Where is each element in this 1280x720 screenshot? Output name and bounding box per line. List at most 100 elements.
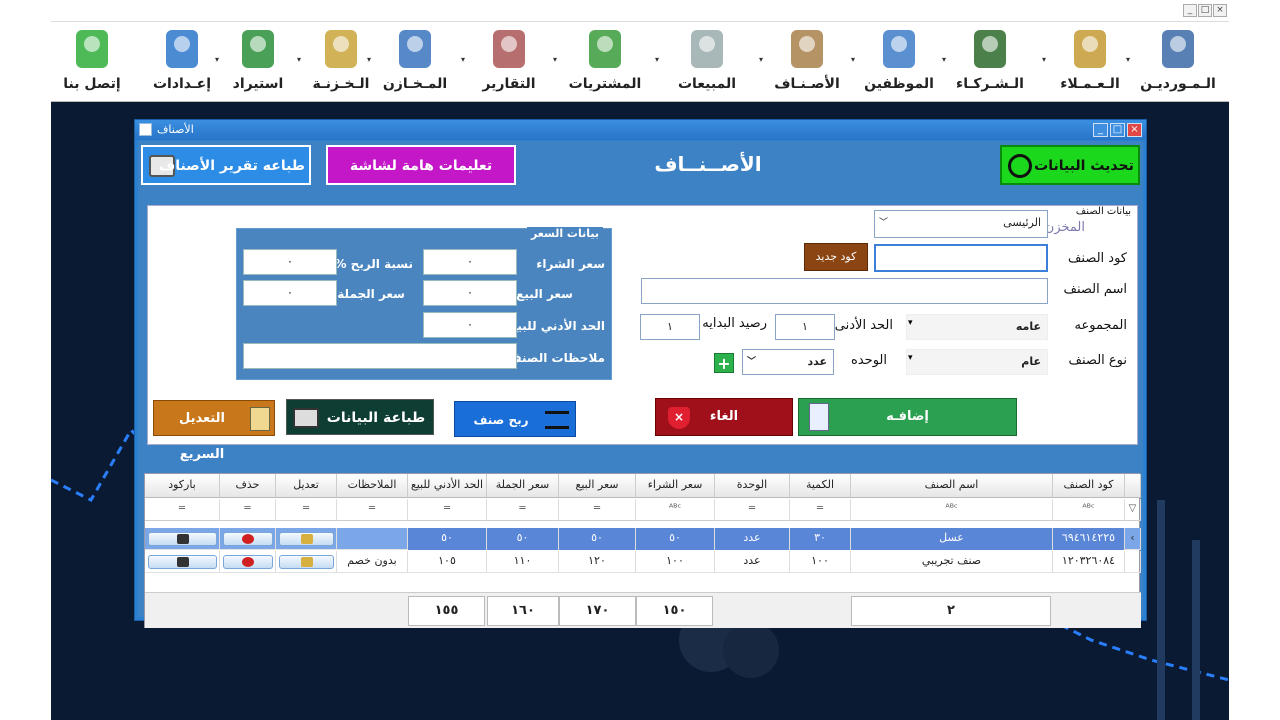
delete-red-x-icon[interactable]	[223, 532, 273, 546]
dropdown-arrow-icon[interactable]: ▾	[553, 55, 557, 64]
filter-equals-icon[interactable]: ═	[715, 499, 790, 521]
print-report-button[interactable]: طباعه تقرير الأصناف	[141, 145, 311, 185]
dropdown-arrow-icon[interactable]: ▾	[297, 55, 301, 64]
type-label: نوع الصنف	[1068, 353, 1127, 368]
toolbar-label: الـمـورديـن	[1140, 76, 1216, 92]
toolbar-button-13[interactable]: إتصل بنا	[57, 22, 127, 100]
column-header[interactable]: اسم الصنف	[851, 474, 1053, 498]
cancel-button[interactable]: × الغاء	[655, 398, 793, 436]
toolbar-button-6[interactable]: المبيعات ▾	[655, 22, 751, 100]
unit-select[interactable]: عدد ﹀	[742, 349, 834, 375]
maximize-icon[interactable]: □	[1198, 4, 1212, 17]
column-header[interactable]: الملاحظات	[337, 474, 408, 498]
toolbar-button-8[interactable]: التقارير ▾	[461, 22, 549, 100]
dropdown-arrow-icon[interactable]: ▾	[759, 55, 763, 64]
filter-equals-icon[interactable]: ═	[487, 499, 559, 521]
toolbar-button-10[interactable]: الـخـزنـة ▾	[297, 22, 377, 100]
type-dropdown-icon[interactable]: ▾	[908, 353, 913, 363]
print-report-label: طباعه تقرير الأصناف	[159, 158, 305, 174]
footer-count: ٢	[851, 596, 1051, 626]
edit-pencil-icon[interactable]	[279, 532, 334, 546]
dropdown-arrow-icon[interactable]: ▾	[851, 55, 855, 64]
sell-price-input[interactable]: ٠	[423, 280, 517, 306]
filter-equals-icon[interactable]: ═	[790, 499, 851, 521]
toolbar-button-4[interactable]: الموظفين ▾	[851, 22, 939, 100]
column-header[interactable]: سعر الجملة	[487, 474, 559, 498]
column-header[interactable]: باركود	[145, 474, 220, 498]
store-select[interactable]: الرئيسى ﹀	[874, 210, 1048, 238]
filter-abc-icon[interactable]: ᴬᴮᶜ	[636, 499, 715, 521]
column-header[interactable]: الكمية	[790, 474, 851, 498]
barcode-icon[interactable]	[148, 532, 217, 546]
add-unit-plus-icon[interactable]: +	[714, 353, 734, 373]
toolbar-button-3[interactable]: الـشـركـاء ▾	[942, 22, 1030, 100]
window-minimize-icon[interactable]: _	[1093, 123, 1108, 137]
column-header[interactable]: الحد الأدني للبيع	[408, 474, 487, 498]
column-header[interactable]: الوحدة	[715, 474, 790, 498]
notes-input[interactable]	[243, 343, 517, 369]
refresh-data-button[interactable]: تحديث البيانات	[1000, 145, 1140, 185]
unit-chevron-icon: ﹀	[747, 357, 757, 367]
dropdown-arrow-icon[interactable]: ▾	[655, 55, 659, 64]
min-sell-input[interactable]: ٠	[423, 312, 517, 338]
instructions-button[interactable]: تعليمات هامة لشاشة	[326, 145, 516, 185]
cancel-label: الغاء	[709, 409, 739, 424]
quick-edit-button[interactable]: التعديل السريع	[153, 400, 275, 462]
barcode-icon[interactable]	[148, 555, 217, 569]
column-header[interactable]: سعر البيع	[559, 474, 636, 498]
name-input[interactable]	[641, 278, 1048, 304]
edit-pencil-icon[interactable]	[279, 555, 334, 569]
filter-abc-icon[interactable]: ᴬᴮᶜ	[1053, 499, 1125, 521]
window-maximize-icon[interactable]: □	[1110, 123, 1125, 137]
toolbar-button-9[interactable]: المـخـازن ▾	[367, 22, 455, 100]
group-select[interactable]: عامه	[906, 314, 1048, 340]
toolbar-button-11[interactable]: استيراد ▾	[215, 22, 293, 100]
window-close-icon[interactable]: ×	[1127, 123, 1142, 137]
code-label: كود الصنف	[1067, 251, 1127, 266]
barcode-icon-glyph	[176, 534, 189, 544]
warehouse-house-icon	[393, 26, 437, 72]
code-input[interactable]	[874, 244, 1048, 272]
toolbar-button-2[interactable]: الـعـمـلاء ▾	[1042, 22, 1130, 100]
buy-price-input[interactable]: ٠	[423, 249, 517, 275]
toolbar-button-7[interactable]: المشتريات ▾	[553, 22, 649, 100]
toolbar-button-1[interactable]: الـمـورديـن ▾	[1126, 22, 1222, 100]
filter-funnel-icon[interactable]: ▽	[1125, 499, 1141, 521]
filter-equals-icon[interactable]: ═	[337, 499, 408, 521]
column-header[interactable]: تعديل	[276, 474, 337, 498]
dropdown-arrow-icon[interactable]: ▾	[942, 55, 946, 64]
print-data-button[interactable]: طباعة البيانات	[286, 399, 434, 435]
dropdown-arrow-icon[interactable]: ▾	[461, 55, 465, 64]
column-header[interactable]: حذف	[220, 474, 276, 498]
delete-red-x-icon[interactable]	[223, 555, 273, 569]
wholesale-input[interactable]: ٠	[243, 280, 337, 306]
add-button[interactable]: إضافـه	[798, 398, 1017, 436]
store-value: الرئيسى	[1003, 216, 1041, 229]
min-input[interactable]: ١	[775, 314, 835, 340]
filter-abc-icon[interactable]: ᴬᴮᶜ	[851, 499, 1053, 521]
new-code-button[interactable]: كود جديد	[804, 243, 868, 271]
dropdown-arrow-icon[interactable]: ▾	[1042, 55, 1046, 64]
group-dropdown-icon[interactable]: ▾	[908, 318, 913, 328]
profit-input[interactable]: ٠	[243, 249, 337, 275]
filter-equals-icon[interactable]: ═	[408, 499, 487, 521]
filter-equals-icon[interactable]: ═	[559, 499, 636, 521]
opening-balance-input[interactable]: ١	[640, 314, 700, 340]
column-header[interactable]: كود الصنف	[1053, 474, 1125, 498]
column-header[interactable]: سعر الشراء	[636, 474, 715, 498]
filter-equals-icon[interactable]: ═	[220, 499, 276, 521]
sales-calculator-icon	[685, 26, 729, 72]
type-select[interactable]: عام	[906, 349, 1048, 375]
link-item-button[interactable]: ربح صنف	[454, 401, 576, 437]
toolbar-button-5[interactable]: الأصـنـاف ▾	[759, 22, 847, 100]
opening-balance-label: رصيد البدايه	[702, 316, 767, 331]
filter-equals-icon[interactable]: ═	[276, 499, 337, 521]
table-cell: ١٠٠	[636, 551, 715, 573]
main-toolbar: الـمـورديـن ▾ الـعـمـلاء ▾ الـشـركـاء ▾ الموظف…	[51, 22, 1229, 102]
employees-icon	[877, 26, 921, 72]
close-icon[interactable]: ×	[1213, 4, 1227, 17]
toolbar-button-12[interactable]: إعـدادات	[145, 22, 219, 100]
filter-equals-icon[interactable]: ═	[145, 499, 220, 521]
minimize-icon[interactable]: _	[1183, 4, 1197, 17]
toolbar-label: الأصـنـاف	[774, 76, 840, 92]
